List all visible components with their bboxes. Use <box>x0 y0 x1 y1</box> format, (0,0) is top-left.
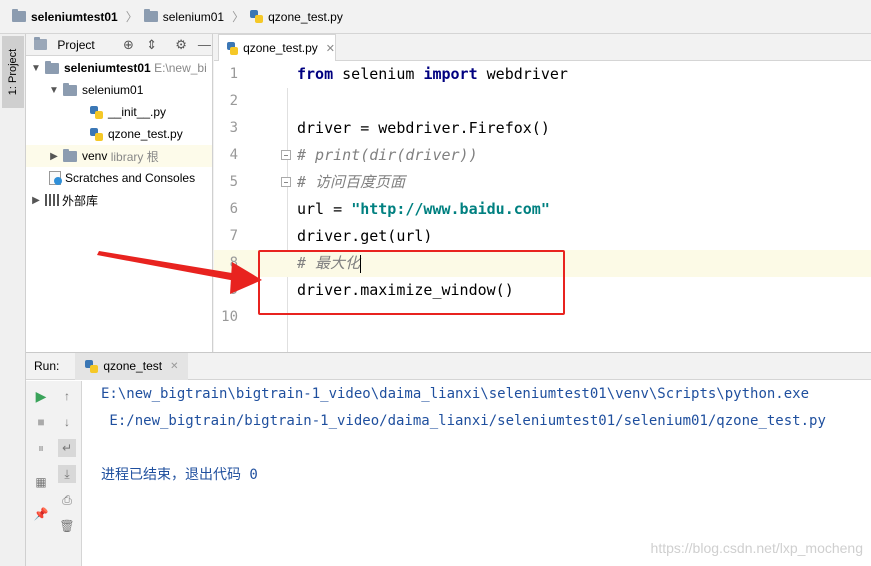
tree-item-selenium01[interactable]: ▼ selenium01 <box>48 79 143 101</box>
stop-icon[interactable]: ■ <box>32 413 50 431</box>
close-icon[interactable]: ✕ <box>170 361 178 372</box>
project-view-icon <box>34 37 48 50</box>
code-comment: # 访问百度页面 <box>297 173 406 191</box>
annotation-highlight-box <box>258 250 565 315</box>
close-icon[interactable]: ✕ <box>326 42 335 55</box>
run-panel-header: Run: qzone_test ✕ <box>26 352 871 380</box>
chevron-right-icon[interactable]: ▶ <box>48 151 60 162</box>
python-file-icon <box>90 105 103 119</box>
trash-icon[interactable]: 🗑 <box>58 517 76 535</box>
library-icon <box>45 194 59 206</box>
line-number: 1 <box>229 66 238 82</box>
run-tab-qzone-test[interactable]: qzone_test ✕ <box>75 352 189 380</box>
editor-tab-qzone-test[interactable]: qzone_test.py ✕ <box>218 34 336 61</box>
folder-icon <box>63 82 77 96</box>
tree-item-external-libraries[interactable]: ▶ 外部库 <box>30 189 98 211</box>
breadcrumb: seleniumtest01 〉 selenium01 〉 qzone_test… <box>0 0 871 34</box>
python-file-icon <box>85 359 99 373</box>
project-tool-tab[interactable]: 1: Project <box>2 36 24 108</box>
watermark: https://blog.csdn.net/lxp_mocheng <box>650 540 863 556</box>
locate-icon[interactable]: ⊕ <box>121 37 136 53</box>
run-toolbar: ▶ ↑ ■ ↓ ⏸ ↵ ⤓ ▦ ⎙ 📌 🗑 <box>26 381 82 566</box>
fold-icon[interactable] <box>281 177 291 187</box>
console-line: 进程已结束，退出代码 0 <box>101 467 258 483</box>
chevron-down-icon[interactable]: ▼ <box>30 63 42 74</box>
hide-panel-icon[interactable]: — <box>197 37 212 53</box>
chevron-right-icon: 〉 <box>232 10 245 24</box>
code-text: driver = webdriver.Firefox() <box>297 119 550 137</box>
python-file-icon <box>250 10 264 23</box>
line-number: 7 <box>229 228 238 244</box>
python-file-icon <box>90 127 103 141</box>
line-number: 9 <box>229 282 238 298</box>
rerun-icon[interactable]: ▶ <box>32 387 50 405</box>
left-tool-stripe: 1: Project <box>0 34 26 566</box>
line-number: 4 <box>229 147 238 163</box>
line-number: 5 <box>229 174 238 190</box>
console-line: E:/new_bigtrain/bigtrain-1_video/daima_l… <box>101 413 826 429</box>
breadcrumb-item-file[interactable]: qzone_test.py <box>250 10 343 24</box>
chevron-down-icon[interactable]: ▼ <box>48 85 60 96</box>
tree-item-init-py[interactable]: __init__.py <box>90 101 166 123</box>
code-comment: # print(dir(driver)) <box>297 146 478 164</box>
console-output[interactable]: E:\new_bigtrain\bigtrain-1_video\daima_l… <box>101 381 826 483</box>
breadcrumb-item-project[interactable]: seleniumtest01 <box>12 9 118 24</box>
tree-item-venv[interactable]: ▶ venv library 根 <box>26 145 212 167</box>
layout-icon[interactable]: ▦ <box>32 473 50 491</box>
project-view-selector[interactable]: Project <box>57 38 94 52</box>
project-panel-header: Project ⊕ ⇕ ⚙ — <box>26 34 212 56</box>
code-line: 6 url = "http://www.baidu.com" <box>214 196 871 223</box>
tree-item-project-root[interactable]: ▼ seleniumtest01 E:\new_bi <box>30 57 207 79</box>
code-line: 3 driver = webdriver.Firefox() <box>214 115 871 142</box>
scratches-icon <box>48 171 62 185</box>
collapse-all-icon[interactable]: ⇕ <box>144 37 159 53</box>
code-text: driver.get(url) <box>297 227 433 245</box>
line-number: 10 <box>221 309 238 325</box>
folder-icon <box>63 148 77 162</box>
line-number: 2 <box>229 93 238 109</box>
code-text: from selenium import webdriver <box>297 65 568 83</box>
tree-item-scratches[interactable]: Scratches and Consoles <box>48 167 195 189</box>
editor-tab-bar: qzone_test.py ✕ <box>214 34 871 61</box>
ide-window: seleniumtest01 〉 selenium01 〉 qzone_test… <box>0 0 871 566</box>
fold-icon[interactable] <box>281 150 291 160</box>
code-line: 1 from selenium import webdriver <box>214 61 871 88</box>
scroll-to-end-icon[interactable]: ⤓ <box>58 465 76 483</box>
code-line: 7 driver.get(url) <box>214 223 871 250</box>
python-file-icon <box>227 41 239 55</box>
pin-icon[interactable]: 📌 <box>32 505 50 523</box>
soft-wrap-icon[interactable]: ↵ <box>58 439 76 457</box>
folder-icon <box>143 9 158 22</box>
chevron-right-icon: 〉 <box>125 10 138 24</box>
gear-icon[interactable]: ⚙ <box>173 37 188 53</box>
down-arrow-icon[interactable]: ↓ <box>58 413 76 431</box>
code-text: url = "http://www.baidu.com" <box>297 200 550 218</box>
folder-icon <box>45 60 59 74</box>
run-panel: Run: qzone_test ✕ ▶ ↑ ■ ↓ ⏸ ↵ ⤓ ▦ ⎙ 📌 🗑 … <box>26 352 871 566</box>
project-panel: Project ⊕ ⇕ ⚙ — ▼ seleniumtest01 E:\new_… <box>26 34 213 352</box>
tree-item-qzone-test-py[interactable]: qzone_test.py <box>90 123 183 145</box>
line-number: 8 <box>229 255 238 271</box>
breadcrumb-item-package[interactable]: selenium01 <box>143 9 224 24</box>
line-number: 6 <box>229 201 238 217</box>
folder-icon <box>12 9 26 22</box>
up-arrow-icon[interactable]: ↑ <box>58 387 76 405</box>
code-line: 4 # print(dir(driver)) <box>214 142 871 169</box>
print-icon[interactable]: ⎙ <box>58 491 76 509</box>
chevron-right-icon[interactable]: ▶ <box>30 195 42 206</box>
console-line: E:\new_bigtrain\bigtrain-1_video\daima_l… <box>101 386 810 402</box>
pause-icon[interactable]: ⏸ <box>32 439 50 457</box>
line-number: 3 <box>229 120 238 136</box>
code-line: 5 # 访问百度页面 <box>214 169 871 196</box>
code-line: 2 <box>214 88 871 115</box>
